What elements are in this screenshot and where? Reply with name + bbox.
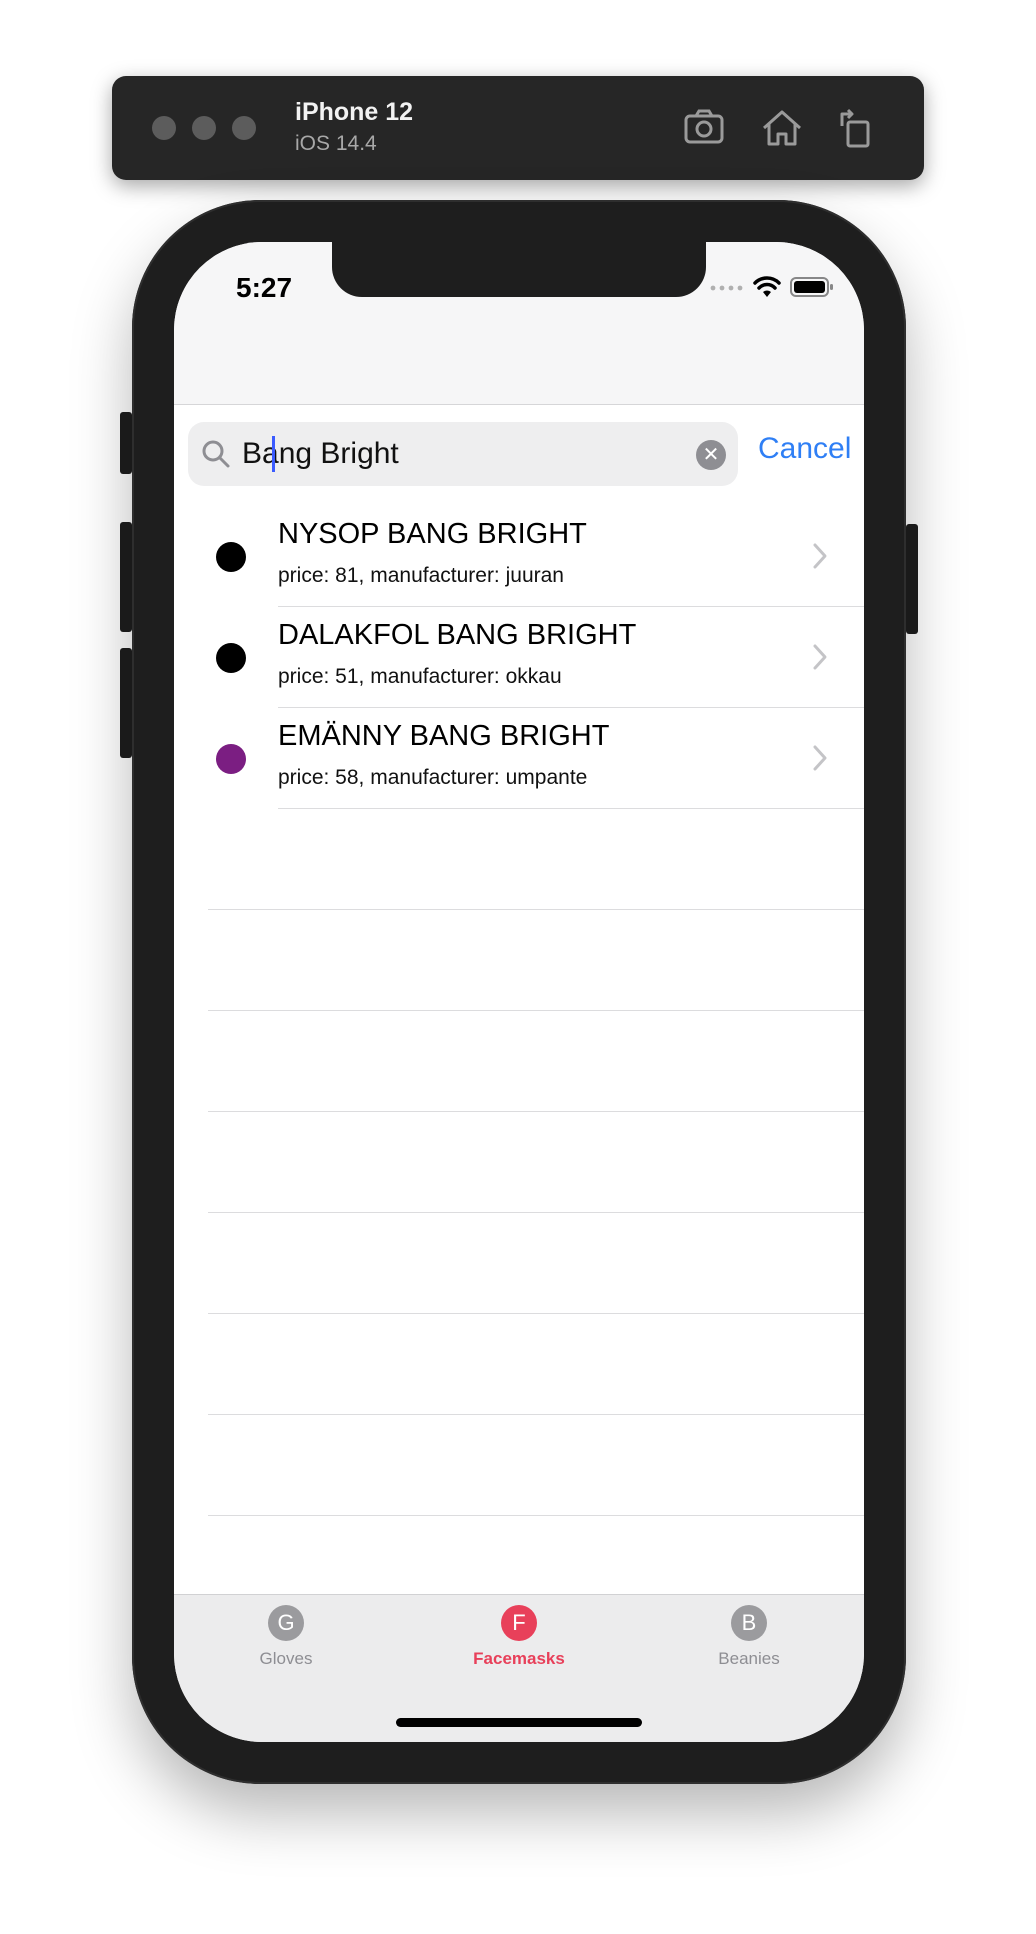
list-item[interactable]: EMÄNNY BANG BRIGHT price: 58, manufactur…: [174, 708, 864, 809]
empty-row: [174, 910, 864, 1011]
tab-beanies-icon: B: [731, 1605, 767, 1641]
tab-label: Facemasks: [473, 1649, 565, 1668]
notch: [332, 242, 706, 297]
item-subtitle: price: 58, manufacturer: umpante: [278, 766, 588, 789]
cellular-signal-icon: [710, 285, 743, 291]
tab-beanies[interactable]: B Beanies: [669, 1605, 829, 1669]
empty-row: [174, 1213, 864, 1314]
rotate-icon[interactable]: [832, 104, 880, 152]
simulator-device-name: iPhone 12: [295, 98, 414, 126]
item-subtitle: price: 81, manufacturer: juuran: [278, 564, 564, 587]
empty-row: [174, 809, 864, 910]
volume-up-button: [120, 522, 132, 632]
color-dot: [216, 744, 246, 774]
tab-label: Beanies: [718, 1649, 780, 1668]
empty-row: [174, 1112, 864, 1213]
empty-row: [174, 1415, 864, 1516]
home-indicator: [396, 1718, 642, 1727]
item-title: EMÄNNY BANG BRIGHT: [278, 720, 610, 752]
close-window-dot[interactable]: [152, 116, 176, 140]
list-item[interactable]: DALAKFOL BANG BRIGHT price: 51, manufact…: [174, 607, 864, 708]
screenshot-icon[interactable]: [680, 104, 728, 152]
empty-row: [174, 1314, 864, 1415]
mute-switch: [120, 412, 132, 474]
row-divider: [208, 1515, 864, 1516]
item-title: DALAKFOL BANG BRIGHT: [278, 619, 637, 651]
tab-facemasks-icon: F: [501, 1605, 537, 1641]
tab-label: Gloves: [259, 1649, 313, 1668]
phone-screen: 5:27 Bang Bright ✕ Cancel NYSOP BANG BRI…: [174, 242, 864, 1742]
color-dot: [216, 542, 246, 572]
item-subtitle: price: 51, manufacturer: okkau: [278, 665, 562, 688]
chevron-right-icon: [813, 644, 827, 670]
color-dot: [216, 643, 246, 673]
cancel-button[interactable]: Cancel: [758, 432, 851, 466]
simulator-os-version: iOS 14.4: [295, 132, 377, 155]
chevron-right-icon: [813, 543, 827, 569]
wifi-icon: [753, 276, 781, 297]
zoom-window-dot[interactable]: [232, 116, 256, 140]
clear-search-icon[interactable]: ✕: [696, 440, 726, 470]
list-item[interactable]: NYSOP BANG BRIGHT price: 81, manufacture…: [174, 506, 864, 607]
tab-facemasks[interactable]: F Facemasks: [439, 1605, 599, 1669]
item-title: NYSOP BANG BRIGHT: [278, 518, 587, 550]
search-icon: [202, 440, 230, 468]
simulator-toolbar: iPhone 12 iOS 14.4: [112, 76, 924, 180]
text-cursor: [272, 436, 275, 472]
battery-icon: [790, 277, 833, 297]
empty-row: [174, 1011, 864, 1112]
phone-frame: 5:27 Bang Bright ✕ Cancel NYSOP BANG BRI…: [120, 200, 918, 1784]
search-input[interactable]: [242, 422, 662, 486]
tab-gloves[interactable]: G Gloves: [206, 1605, 366, 1669]
results-list: NYSOP BANG BRIGHT price: 81, manufacture…: [174, 506, 864, 1516]
chevron-right-icon: [813, 745, 827, 771]
status-time: 5:27: [236, 272, 293, 303]
power-button: [906, 524, 918, 634]
minimize-window-dot[interactable]: [192, 116, 216, 140]
status-indicators: [710, 272, 834, 302]
search-bar[interactable]: ✕: [188, 422, 738, 486]
tab-gloves-icon: G: [268, 1605, 304, 1641]
volume-down-button: [120, 648, 132, 758]
home-icon[interactable]: [758, 104, 806, 152]
